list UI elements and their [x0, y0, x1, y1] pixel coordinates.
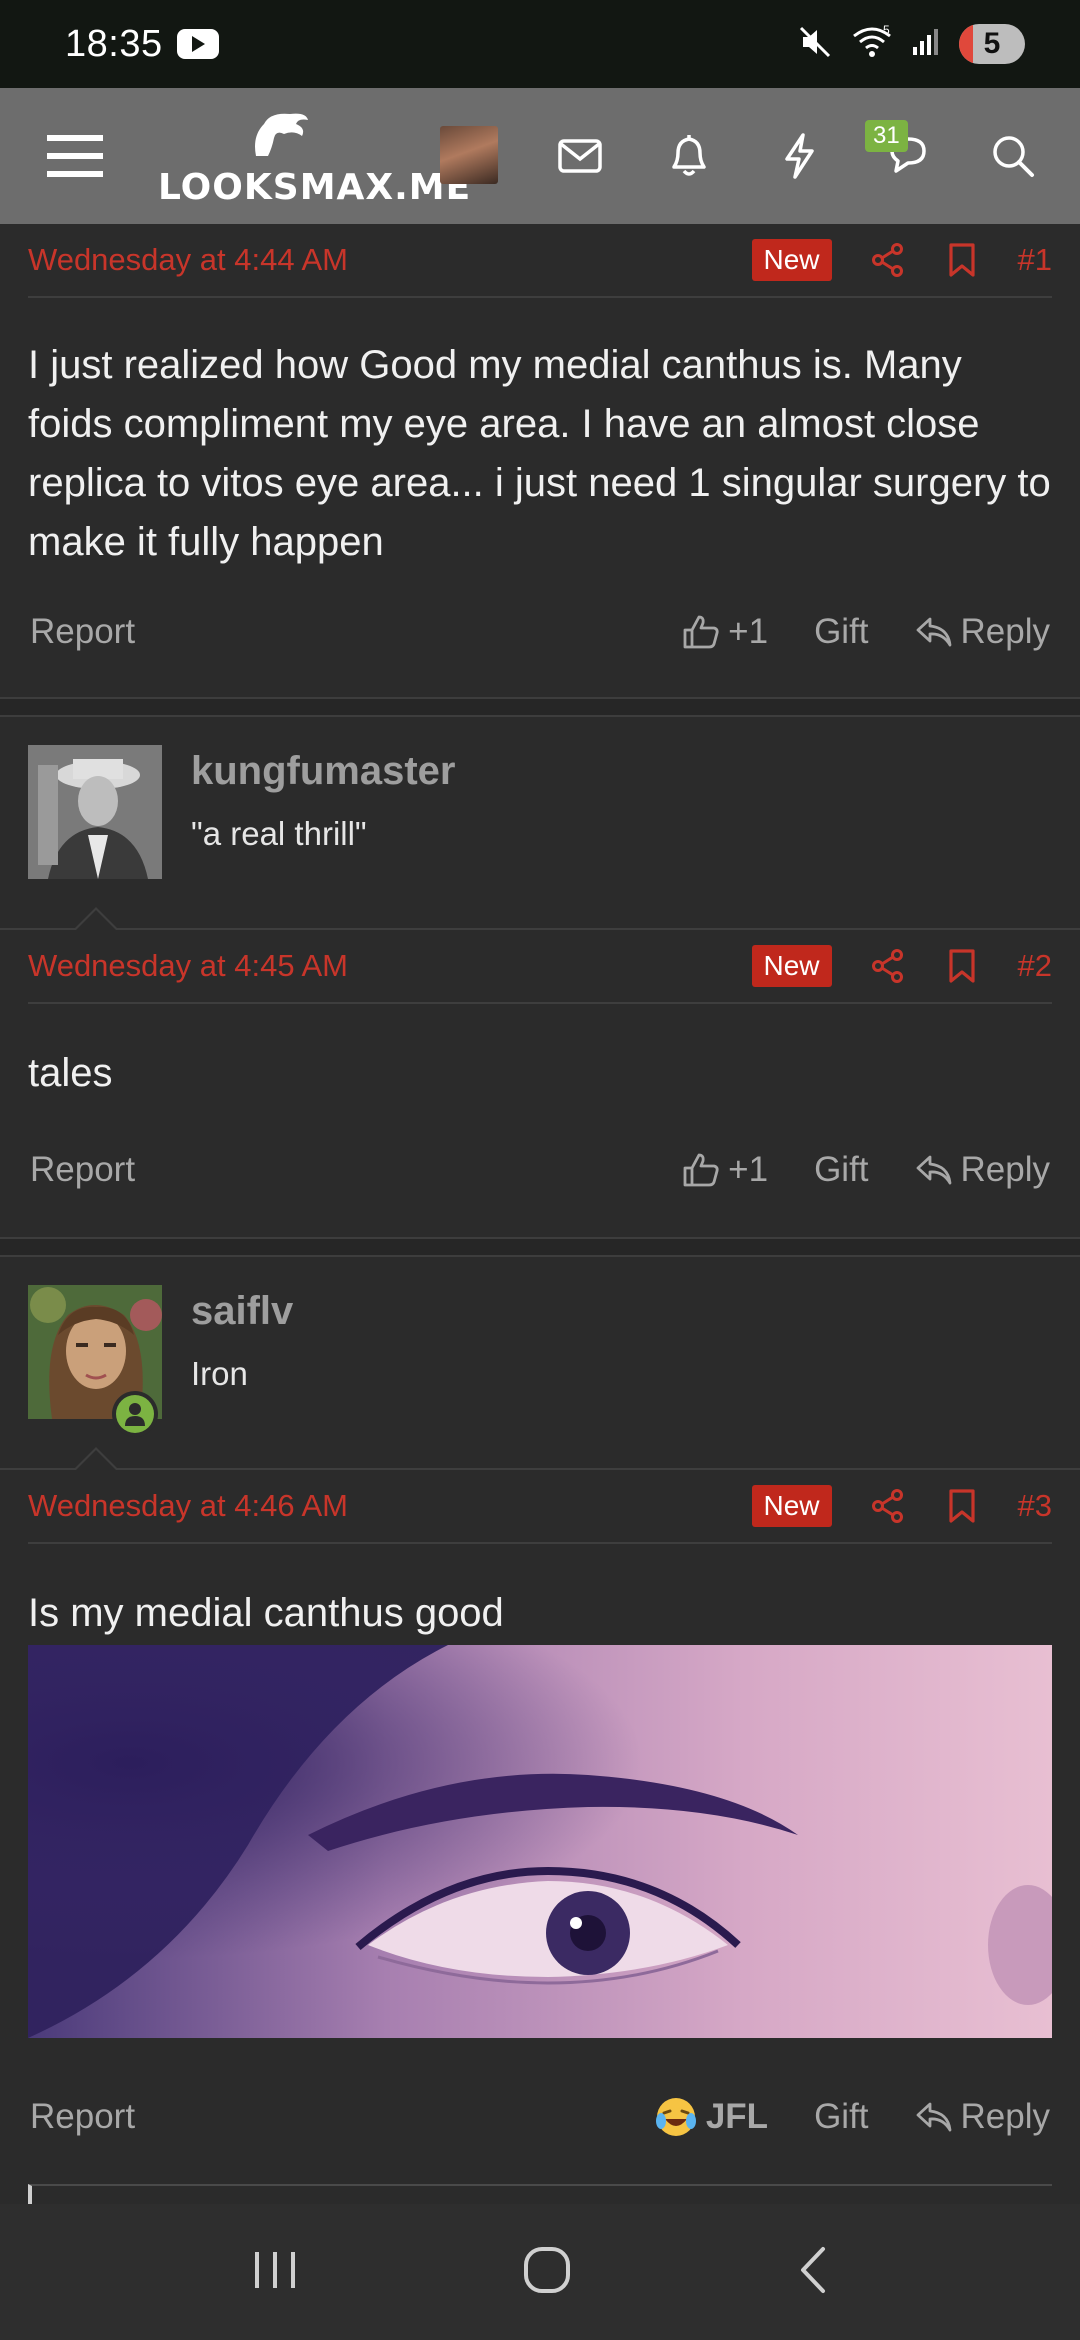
post-number[interactable]: #2 [1018, 948, 1052, 984]
post-content: tales [28, 1051, 113, 1095]
bookmark-icon[interactable] [944, 948, 980, 984]
report-link[interactable]: Report [30, 1150, 135, 1190]
new-badge: New [751, 1485, 832, 1527]
chat-icon[interactable] [880, 88, 936, 224]
youtube-notification-icon [176, 29, 219, 59]
share-icon[interactable] [870, 242, 906, 278]
post-date[interactable]: Wednesday at 4:45 AM [28, 948, 348, 984]
post-actions: Report JFL Gift Reply [30, 2087, 1050, 2147]
author-avatar[interactable] [28, 745, 162, 879]
reply-label: Reply [960, 2097, 1050, 2136]
menu-icon[interactable] [40, 88, 110, 224]
author-name[interactable]: saiflv [191, 1289, 293, 1334]
author-title: "a real thrill" [191, 815, 367, 852]
gift-link[interactable]: Gift [814, 1150, 868, 1190]
share-icon[interactable] [870, 1488, 906, 1524]
post-header: Wednesday at 4:44 AM New #1 [28, 224, 1052, 298]
post-1: Wednesday at 4:44 AM New #1 I just reali… [0, 224, 1080, 697]
status-bar: 18:35 5 5 [0, 0, 1080, 88]
reply-icon [916, 1155, 951, 1185]
reaction-count: +1 [728, 612, 769, 651]
post-separator [0, 1237, 1080, 1257]
reply-icon [916, 617, 951, 647]
post-header: Wednesday at 4:46 AM New #3 [28, 1470, 1052, 1544]
lightning-icon[interactable] [776, 88, 822, 224]
reaction-button[interactable]: JFL [654, 2095, 768, 2139]
online-status-icon [112, 1391, 158, 1437]
home-icon[interactable] [522, 2245, 572, 2300]
post-author-block: kungfumaster "a real thrill" [0, 717, 1080, 932]
reply-button[interactable]: Reply [915, 2097, 1050, 2137]
new-badge: New [751, 239, 832, 281]
gift-link[interactable]: Gift [814, 612, 868, 652]
report-link[interactable]: Report [30, 612, 135, 652]
reply-button[interactable]: Reply [915, 612, 1050, 652]
author-name[interactable]: kungfumaster [191, 749, 456, 794]
reply-label: Reply [960, 1150, 1050, 1189]
status-time: 18:35 [65, 22, 163, 65]
report-link[interactable]: Report [30, 2097, 135, 2137]
post-date[interactable]: Wednesday at 4:44 AM [28, 242, 348, 278]
post-image-eye[interactable] [28, 1645, 1052, 2038]
logo-text: LOOKSMAX.ME [158, 167, 472, 208]
post-date[interactable]: Wednesday at 4:46 AM [28, 1488, 348, 1524]
post-content: Is my medial canthus good [28, 1591, 504, 1635]
post-number[interactable]: #1 [1018, 242, 1052, 278]
reply-button[interactable]: Reply [915, 1150, 1050, 1190]
post-actions: Report +1 Gift Reply [30, 602, 1050, 662]
search-icon[interactable] [990, 88, 1036, 224]
top-navigation: LOOKSMAX.ME 31 [0, 88, 1080, 224]
post-author-block: saiflv Iron [0, 1257, 1080, 1472]
reaction-count: +1 [728, 1150, 769, 1189]
bookmark-icon[interactable] [944, 242, 980, 278]
new-badge: New [751, 945, 832, 987]
share-icon[interactable] [870, 948, 906, 984]
author-title: Iron [191, 1355, 248, 1392]
hair-logo-icon [255, 113, 308, 156]
mute-icon [797, 24, 833, 65]
laughing-emoji-icon [655, 2098, 696, 2136]
status-icons: 5 5 [797, 23, 1025, 65]
post-2: Wednesday at 4:45 AM New #2 tales Report… [0, 930, 1080, 1237]
site-logo[interactable]: LOOKSMAX.ME [150, 108, 470, 208]
bookmark-icon[interactable] [944, 1488, 980, 1524]
bell-icon[interactable] [664, 88, 714, 224]
post-number[interactable]: #3 [1018, 1488, 1052, 1524]
wifi-icon: 5 [851, 23, 893, 65]
post-header: Wednesday at 4:45 AM New #2 [28, 930, 1052, 1004]
system-navigation-bar [0, 2204, 1080, 2340]
author-arrow [72, 907, 120, 932]
svg-text:5: 5 [883, 24, 890, 37]
reaction-button[interactable]: +1 [682, 1150, 768, 1190]
gift-link[interactable]: Gift [814, 2097, 868, 2137]
back-icon[interactable] [795, 2245, 829, 2300]
battery-indicator: 5 [959, 24, 1025, 64]
post-actions: Report +1 Gift Reply [30, 1140, 1050, 1200]
post-content: I just realized how Good my medial canth… [28, 343, 1051, 564]
thumbs-up-icon [683, 615, 719, 649]
chat-count-badge: 31 [865, 120, 908, 152]
author-arrow [72, 1447, 120, 1472]
signal-icon [911, 27, 941, 62]
thumbs-up-icon [683, 1153, 719, 1187]
post-separator [0, 697, 1080, 717]
user-avatar-nav[interactable] [440, 126, 498, 184]
recent-apps-icon[interactable] [251, 2248, 299, 2297]
mail-icon[interactable] [552, 88, 608, 224]
reaction-button[interactable]: +1 [682, 612, 768, 652]
reply-icon [916, 2102, 951, 2132]
reaction-label: JFL [705, 2097, 769, 2136]
reply-label: Reply [960, 612, 1050, 651]
